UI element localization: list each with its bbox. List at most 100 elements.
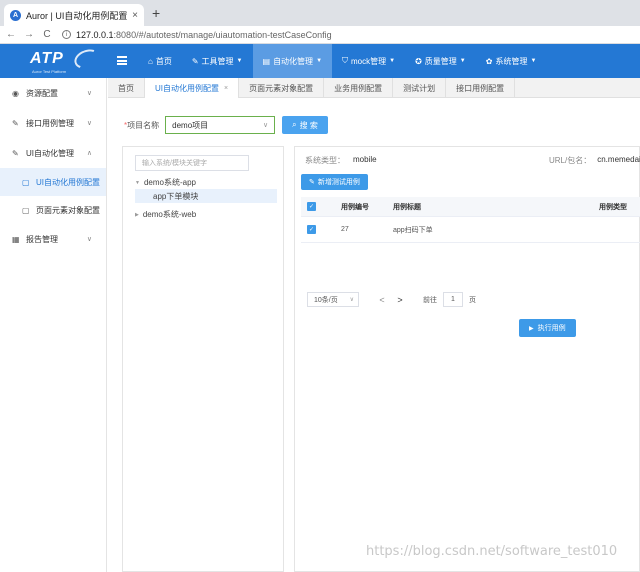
- caret-down-icon[interactable]: ▼: [135, 180, 140, 186]
- info-icon[interactable]: i: [62, 30, 71, 39]
- browser-tabstrip: A Auror | UI自动化用例配置 × +: [0, 0, 640, 26]
- sidebar-item-api-cases[interactable]: ✎ 接口用例管理 ∨: [0, 108, 106, 138]
- tab-label: 业务用例配置: [334, 83, 383, 93]
- execute-case-button[interactable]: ▶ 执行用例: [519, 319, 576, 337]
- address-bar: ← → C i 127.0.0.1:8080/#/autotest/manage…: [0, 26, 640, 44]
- url-field[interactable]: i 127.0.0.1:8080/#/autotest/manage/uiaut…: [62, 30, 332, 40]
- logo-swoosh-icon: [71, 46, 103, 72]
- topnav-home[interactable]: ⌂ 首页: [138, 44, 182, 78]
- menu-toggle-icon[interactable]: [117, 56, 127, 65]
- wrench-icon: ✎: [12, 148, 19, 158]
- select-all-checkbox[interactable]: ✓: [307, 202, 316, 211]
- top-nav: ⌂ 首页 ✎ 工具管理 ▼ ▤ 自动化管理 ▼ ⛉ mock管理 ▼ ✪ 质量管…: [138, 44, 546, 78]
- chevron-down-icon: ∨: [86, 120, 92, 127]
- caret-down-icon: ▼: [530, 58, 537, 64]
- page-unit-label: 页: [469, 296, 476, 304]
- back-arrow-icon[interactable]: ←: [4, 29, 18, 40]
- column-header-title: 用例标题: [393, 203, 421, 211]
- next-page-button[interactable]: >: [391, 295, 409, 305]
- cell-title: app扫码下单: [393, 226, 433, 234]
- wrench-icon: ✎: [12, 118, 19, 128]
- tab-ui-case-config[interactable]: UI自动化用例配置 ×: [145, 78, 240, 98]
- case-table: ✓ 用例编号 用例标题 用例类型 ✓ 27 app扫码下单: [301, 197, 640, 243]
- tab-test-plan[interactable]: 测试计划: [393, 78, 447, 98]
- tree-node-app-order-module[interactable]: app下单模块: [135, 189, 277, 203]
- table-header: ✓ 用例编号 用例标题 用例类型: [301, 197, 640, 217]
- url-host: 127.0.0.1: [76, 29, 114, 40]
- tab-label: 测试计划: [403, 83, 436, 93]
- url-path: :8080/#/autotest/manage/uiautomation-tes…: [113, 29, 332, 40]
- add-test-case-label: 新增测试用例: [317, 179, 360, 186]
- column-header-id: 用例编号: [341, 203, 369, 211]
- sidebar-item-label: 接口用例管理: [26, 118, 74, 128]
- tab-api-case-config[interactable]: 接口用例配置: [446, 78, 516, 98]
- play-icon: ▶: [529, 325, 534, 332]
- search-button[interactable]: ⌕ 搜 索: [282, 116, 328, 134]
- sidebar-item-resources[interactable]: ◉ 资源配置 ∨: [0, 78, 106, 108]
- project-filter: *项目名称 demo项目 ∨ ⌕ 搜 索: [124, 116, 328, 134]
- chart-icon: ▤: [262, 56, 271, 66]
- forward-arrow-icon[interactable]: →: [22, 29, 36, 40]
- caret-right-icon[interactable]: ▶: [135, 212, 139, 218]
- new-tab-button[interactable]: +: [152, 5, 160, 21]
- caret-down-icon: ▼: [389, 58, 396, 64]
- sidebar-item-ui-case-config[interactable]: ▢ UI自动化用例配置: [0, 168, 106, 196]
- tree-node-label: demo系统-app: [143, 178, 196, 187]
- page-number-input[interactable]: 1: [443, 292, 463, 307]
- sidebar-item-ui-automation[interactable]: ✎ UI自动化管理 ∧: [0, 138, 106, 168]
- browser-tab-title: Auror | UI自动化用例配置: [26, 10, 128, 21]
- browser-tab-close-icon[interactable]: ×: [132, 10, 138, 21]
- caret-down-icon: ▼: [459, 58, 466, 64]
- tree-node-demo-app[interactable]: ▼ demo系统-app: [135, 177, 196, 188]
- topnav-quality[interactable]: ✪ 质量管理 ▼: [405, 44, 476, 78]
- topnav-label: 质量管理: [424, 56, 457, 66]
- topnav-automation[interactable]: ▤ 自动化管理 ▼: [252, 44, 333, 78]
- tab-close-icon[interactable]: ×: [224, 85, 228, 92]
- row-checkbox[interactable]: ✓: [307, 225, 316, 234]
- tree-filter-input[interactable]: 输入系统/模块关键字: [135, 155, 249, 171]
- reload-icon[interactable]: C: [40, 29, 54, 40]
- system-tree-panel: 输入系统/模块关键字 ▼ demo系统-app app下单模块 ▶ demo系统…: [122, 146, 284, 572]
- tab-home[interactable]: 首页: [108, 78, 145, 98]
- page-size-value: 10条/页: [314, 296, 338, 304]
- tab-page-element-config[interactable]: 页面元素对象配置: [239, 78, 325, 98]
- topnav-system[interactable]: ✿ 系统管理 ▼: [476, 44, 547, 78]
- sidebar: ◉ 资源配置 ∨ ✎ 接口用例管理 ∨ ✎ UI自动化管理 ∧ ▢ UI自动化用…: [0, 78, 107, 572]
- project-select-value: demo项目: [172, 120, 209, 130]
- project-label-text: 项目名称: [127, 120, 160, 130]
- browser-tab[interactable]: A Auror | UI自动化用例配置 ×: [4, 4, 144, 26]
- page-size-select[interactable]: 10条/页 ∨: [307, 292, 359, 307]
- system-type-label: 系统类型：: [305, 156, 345, 165]
- topnav-tools[interactable]: ✎ 工具管理 ▼: [182, 44, 253, 78]
- search-button-label: 搜 索: [299, 120, 318, 130]
- prev-page-button[interactable]: <: [373, 295, 391, 305]
- url-value: cn.memedai.m: [597, 155, 640, 164]
- home-icon: ⌂: [148, 56, 153, 66]
- sidebar-item-label: UI自动化用例配置: [36, 177, 100, 187]
- app-header: ATP Auror Test Platform ⌂ 首页 ✎ 工具管理 ▼ ▤ …: [0, 44, 640, 78]
- tree-node-demo-web[interactable]: ▶ demo系统-web: [135, 209, 196, 220]
- url-label: URL/包名：: [549, 156, 592, 165]
- search-icon: ⌕: [292, 120, 297, 129]
- logo-text: ATP: [30, 50, 64, 67]
- main-content: *项目名称 demo项目 ∨ ⌕ 搜 索 输入系统/模块关键字 ▼ demo系统…: [108, 98, 640, 572]
- sidebar-item-label: 资源配置: [26, 88, 58, 98]
- table-row[interactable]: ✓ 27 app扫码下单: [301, 217, 640, 243]
- goto-label: 前往: [423, 296, 437, 304]
- tab-label: UI自动化用例配置: [155, 83, 219, 93]
- badge-icon: ✪: [415, 56, 422, 66]
- caret-down-icon: ▼: [236, 58, 243, 64]
- caret-down-icon: ▼: [316, 58, 323, 64]
- sidebar-item-page-element-config[interactable]: ▢ 页面元素对象配置: [0, 196, 106, 224]
- app-favicon-icon: A: [10, 9, 21, 21]
- sidebar-item-label: UI自动化管理: [26, 148, 74, 158]
- topnav-label: 首页: [155, 56, 172, 66]
- tree-node-label: app下单模块: [153, 191, 199, 201]
- project-select[interactable]: demo项目 ∨: [165, 116, 276, 134]
- topnav-mock[interactable]: ⛉ mock管理 ▼: [332, 44, 405, 78]
- sidebar-item-reports[interactable]: ▦ 报告管理 ∨: [0, 224, 106, 254]
- wrench-icon: ✎: [191, 56, 199, 66]
- add-test-case-button[interactable]: ✎ 新增测试用例: [301, 174, 368, 190]
- atp-logo[interactable]: ATP Auror Test Platform: [22, 46, 103, 76]
- tab-business-case-config[interactable]: 业务用例配置: [324, 78, 394, 98]
